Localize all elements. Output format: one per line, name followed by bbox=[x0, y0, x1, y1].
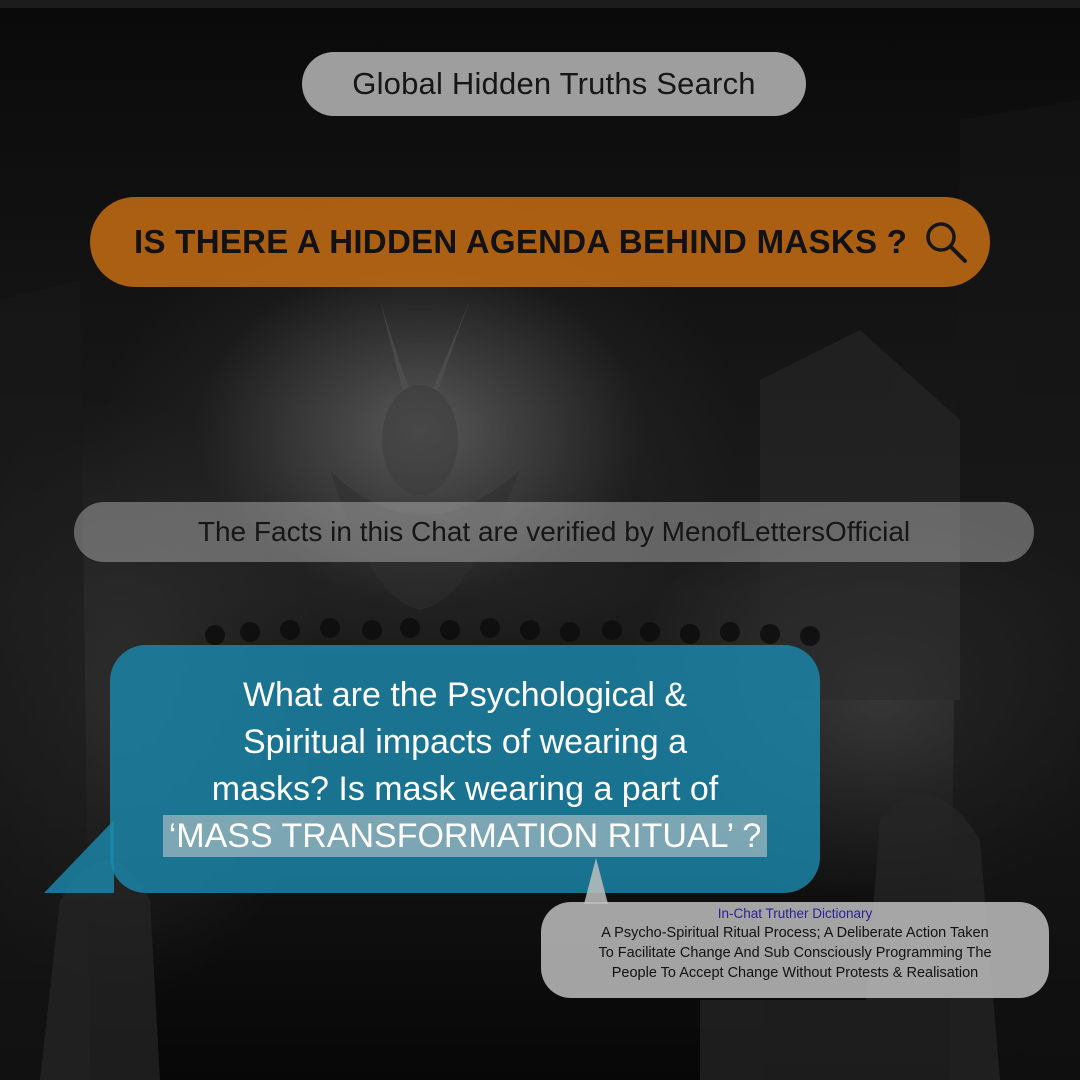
dictionary-title: In-Chat Truther Dictionary bbox=[717, 906, 873, 921]
search-query[interactable]: IS THERE A HIDDEN AGENDA BEHIND MASKS ? bbox=[134, 223, 907, 261]
question-text: What are the Psychological & Spiritual i… bbox=[110, 672, 820, 860]
dictionary-line: To Facilitate Change And Sub Consciously… bbox=[598, 945, 992, 961]
dictionary-line: A Psycho-Spiritual Ritual Process; A Del… bbox=[601, 925, 989, 941]
question-bubble-tail bbox=[44, 820, 114, 893]
verification-banner: The Facts in this Chat are verified by M… bbox=[74, 502, 1034, 562]
search-icon[interactable] bbox=[923, 219, 969, 265]
search-bar[interactable]: IS THERE A HIDDEN AGENDA BEHIND MASKS ? bbox=[90, 197, 990, 287]
dictionary-bubble: In-Chat Truther Dictionary A Psycho-Spir… bbox=[541, 902, 1049, 998]
question-line: masks? Is mask wearing a part of bbox=[211, 770, 719, 808]
question-line: Spiritual impacts of wearing a bbox=[242, 723, 688, 761]
dictionary-line: People To Accept Change Without Protests… bbox=[611, 965, 979, 981]
dictionary-bubble-tail bbox=[584, 858, 608, 904]
question-line: What are the Psychological & bbox=[242, 676, 688, 714]
highlighted-term[interactable]: ‘MASS TRANSFORMATION RITUAL’ ? bbox=[162, 815, 768, 857]
post-canvas: Global Hidden Truths Search IS THERE A H… bbox=[0, 0, 1080, 1080]
page-title: Global Hidden Truths Search bbox=[302, 52, 806, 116]
